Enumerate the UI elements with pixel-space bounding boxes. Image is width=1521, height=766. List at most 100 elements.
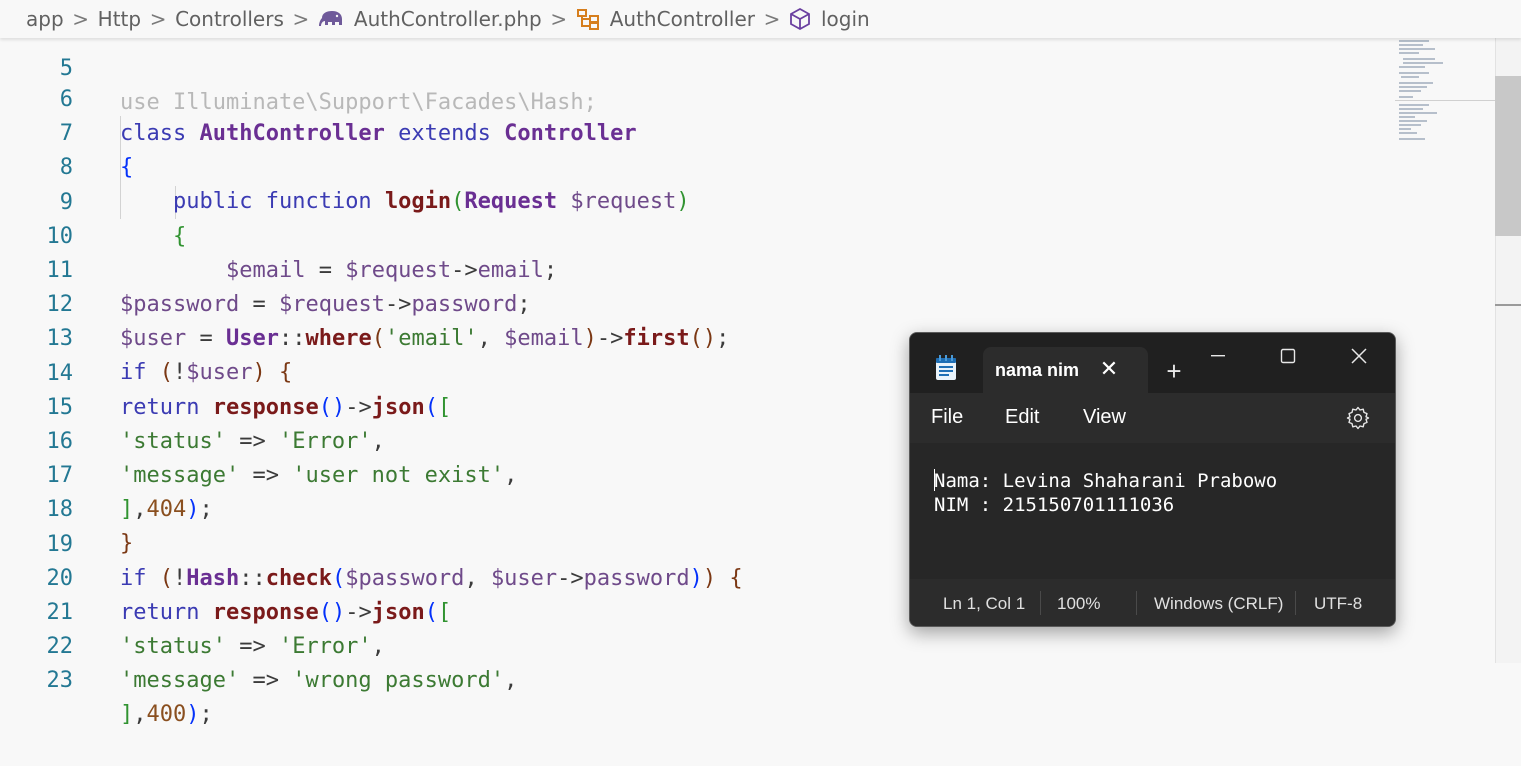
close-window-button[interactable] <box>1336 341 1382 371</box>
encoding[interactable]: UTF-8 <box>1314 594 1362 614</box>
notepad-text-area[interactable]: Nama: Levina Shaharani Prabowo NIM : 215… <box>910 443 1395 579</box>
minimap-line <box>1399 48 1435 50</box>
breadcrumb-item-file[interactable]: AuthController.php <box>318 7 542 31</box>
maximize-button[interactable] <box>1265 341 1311 371</box>
code-line: 15 'status' => 'Error', <box>0 357 385 454</box>
code-text: if (!Hash::check($password, $user->passw… <box>120 566 743 591</box>
code-text: ],400); <box>120 702 213 727</box>
notepad-statusbar: Ln 1, Col 1 100% Windows (CRLF) UTF-8 <box>910 579 1395 626</box>
cursor-position[interactable]: Ln 1, Col 1 <box>943 594 1025 614</box>
minimap-line <box>1399 128 1411 130</box>
status-divider <box>1136 591 1137 615</box>
new-tab-button[interactable]: + <box>1162 358 1186 384</box>
scrollbar-position-marker <box>1495 304 1521 306</box>
code-text: { <box>172 224 187 249</box>
breadcrumb-item-class[interactable]: AuthController <box>576 7 755 31</box>
line-number: 23 <box>46 668 74 693</box>
minimap-line <box>1399 112 1437 114</box>
elephant-icon <box>318 10 344 28</box>
code-line: 8 public function login(Request $request… <box>0 117 690 214</box>
code-text: ],404); <box>120 497 213 522</box>
minimap-line <box>1399 104 1429 106</box>
code-line: 18 } <box>0 459 134 556</box>
notepad-icon <box>934 355 958 381</box>
code-text: if (!$user) { <box>120 360 293 385</box>
minimap-line <box>1399 90 1421 92</box>
code-line: 19 if (!Hash::check($password, $user->pa… <box>0 494 743 591</box>
breadcrumb-label: Http <box>97 7 142 31</box>
breadcrumb-separator: > <box>292 7 310 31</box>
code-line: 12 $user = User::where('email', $email)-… <box>0 254 730 351</box>
minimap-line <box>1399 82 1433 84</box>
breadcrumb-item-app[interactable]: app <box>26 7 64 31</box>
code-text: { <box>120 155 134 180</box>
breadcrumb-separator: > <box>72 7 90 31</box>
breadcrumb-label: AuthController <box>609 7 755 31</box>
code-text: class AuthController extends Controller <box>120 121 637 146</box>
minimap[interactable] <box>1395 38 1521 663</box>
code-line: 9 { <box>0 152 186 249</box>
code-text: } <box>120 531 134 556</box>
breadcrumb-item-controllers[interactable]: Controllers <box>175 7 284 31</box>
minimap-line <box>1399 44 1423 46</box>
minimap-line <box>1399 40 1429 42</box>
breadcrumb: app > Http > Controllers > AuthControlle… <box>0 0 1521 38</box>
code-line: 20 return response()->json([ <box>0 528 452 625</box>
code-line: 17 ],404); <box>0 425 213 522</box>
menu-edit[interactable]: Edit <box>1005 406 1039 429</box>
minimap-line <box>1399 108 1423 110</box>
line-ending[interactable]: Windows (CRLF) <box>1154 594 1283 614</box>
code-text: 'message' => 'user not exist', <box>120 463 518 488</box>
breadcrumb-separator: > <box>550 7 568 31</box>
code-line: 16 'message' => 'user not exist', <box>0 391 518 488</box>
status-divider <box>1040 591 1041 615</box>
breadcrumb-label: login <box>821 7 870 31</box>
minimize-button[interactable] <box>1195 341 1241 371</box>
notepad-titlebar[interactable]: nama nim ✕ + <box>910 333 1395 393</box>
breadcrumb-item-method[interactable]: login <box>789 7 870 31</box>
minimap-line <box>1399 86 1427 88</box>
code-text: 'message' => 'wrong password', <box>120 668 518 693</box>
minimap-line <box>1399 132 1417 134</box>
code-line: 6 class AuthController extends Controlle… <box>0 49 637 146</box>
breadcrumb-label: AuthController.php <box>353 7 542 31</box>
code-text: use Illuminate\Support\Facades\Hash; <box>120 90 597 115</box>
code-text: return response()->json([ <box>120 395 452 420</box>
breadcrumb-label: Controllers <box>175 7 284 31</box>
tab-nama-nim[interactable]: nama nim ✕ <box>983 347 1148 393</box>
code-text: $email = $request->email; <box>225 258 558 283</box>
code-text: return response()->json([ <box>120 600 452 625</box>
code-line: 11 $password = $request->password; <box>0 220 531 317</box>
status-divider <box>1295 591 1296 615</box>
code-text: public function login(Request $request) <box>172 189 690 214</box>
minimap-line <box>1403 58 1435 60</box>
menu-file[interactable]: File <box>931 406 963 429</box>
code-line: 7 { <box>0 83 134 180</box>
scrollbar-thumb[interactable] <box>1495 76 1521 236</box>
tab-title: nama nim <box>995 360 1080 380</box>
zoom-level[interactable]: 100% <box>1057 594 1100 614</box>
gear-icon[interactable] <box>1346 406 1370 430</box>
menu-view[interactable]: View <box>1083 406 1126 429</box>
code-line: 13 if (!$user) { <box>0 288 293 385</box>
minimap-line <box>1399 72 1429 74</box>
notepad-window[interactable]: nama nim ✕ + File Edit View Nama: Levina… <box>909 332 1396 627</box>
minimap-line <box>1399 52 1419 54</box>
code-line: 10 $email = $request->email; <box>0 186 558 283</box>
breadcrumb-separator: > <box>149 7 167 31</box>
class-icon <box>576 8 600 30</box>
minimap-line <box>1403 62 1443 64</box>
code-text: $password = $request->password; <box>120 292 531 317</box>
breadcrumb-item-http[interactable]: Http <box>98 7 141 31</box>
minimap-line <box>1399 96 1413 98</box>
code-line: 21 'status' => 'Error', <box>0 562 385 659</box>
code-line: 22 'message' => 'wrong password', <box>0 596 518 693</box>
minimap-line <box>1399 124 1421 126</box>
code-text: 'status' => 'Error', <box>120 634 385 659</box>
minimap-line <box>1399 116 1415 118</box>
breadcrumb-separator: > <box>763 7 781 31</box>
minimap-line <box>1401 76 1419 78</box>
close-icon[interactable]: ✕ <box>1097 357 1121 381</box>
code-line: 23 ],400); <box>0 630 213 727</box>
breadcrumb-label: app <box>26 7 64 31</box>
